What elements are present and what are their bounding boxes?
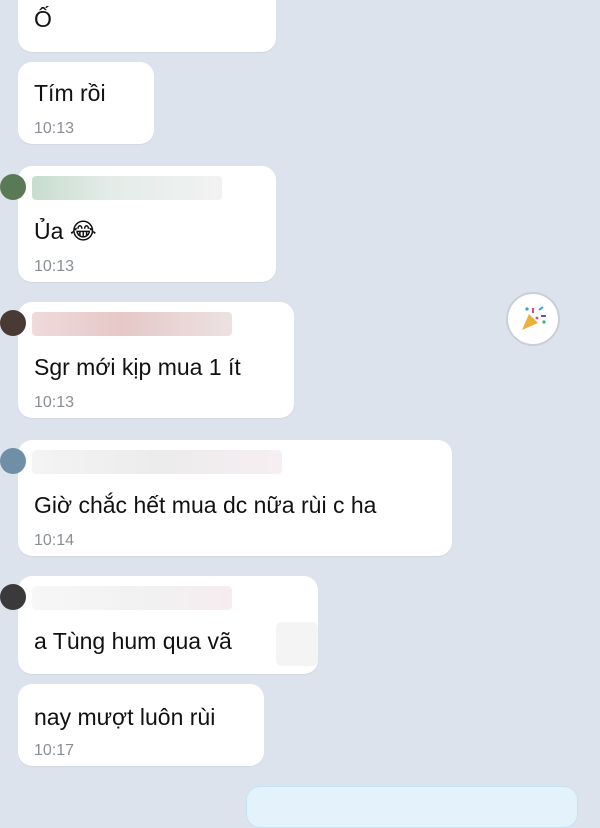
message-text: Ố	[34, 6, 52, 32]
sender-avatar[interactable]	[0, 448, 26, 474]
sender-name-redacted	[32, 586, 232, 610]
message-bubble[interactable]: nay mượt luôn rùi 10:17	[18, 684, 264, 766]
message-time: 10:13	[34, 394, 75, 411]
message-text: Sgr mới kịp mua 1 ít	[34, 354, 241, 380]
message-text: Giờ chắc hết mua dc nữa rùi c ha	[34, 492, 377, 518]
sender-name-redacted	[32, 450, 282, 474]
message-bubble[interactable]: Ố	[18, 0, 276, 52]
message-text: a Tùng hum qua vã	[34, 628, 232, 654]
party-popper-icon	[522, 306, 546, 330]
message-time: 10:13	[34, 120, 75, 137]
message-text: nay mượt luôn rùi	[34, 704, 216, 730]
sender-avatar[interactable]	[0, 174, 26, 200]
laughing-emoji: 😂	[69, 218, 97, 244]
message-bubble[interactable]: a Tùng hum qua vã	[0, 576, 318, 674]
reaction-button[interactable]	[506, 292, 560, 346]
message-bubble[interactable]: Giờ chắc hết mua dc nữa rùi c ha 10:14	[0, 440, 452, 556]
message-bubble[interactable]: Ủa 😂 10:13	[0, 166, 276, 282]
message-time: 10:17	[34, 742, 75, 759]
redacted-area	[276, 622, 318, 666]
sender-name-redacted	[32, 312, 232, 336]
sender-avatar[interactable]	[0, 310, 26, 336]
message-text: Ủa 😂	[34, 218, 97, 244]
message-text: Tím rồi	[34, 80, 106, 106]
outgoing-message-bubble[interactable]	[246, 786, 578, 828]
message-time: 10:13	[34, 258, 75, 275]
message-bubble[interactable]: Tím rồi 10:13	[18, 62, 154, 144]
message-time: 10:14	[34, 532, 75, 549]
message-bubble[interactable]: Sgr mới kịp mua 1 ít 10:13	[0, 302, 294, 418]
sender-avatar[interactable]	[0, 584, 26, 610]
sender-name-redacted	[32, 176, 222, 200]
